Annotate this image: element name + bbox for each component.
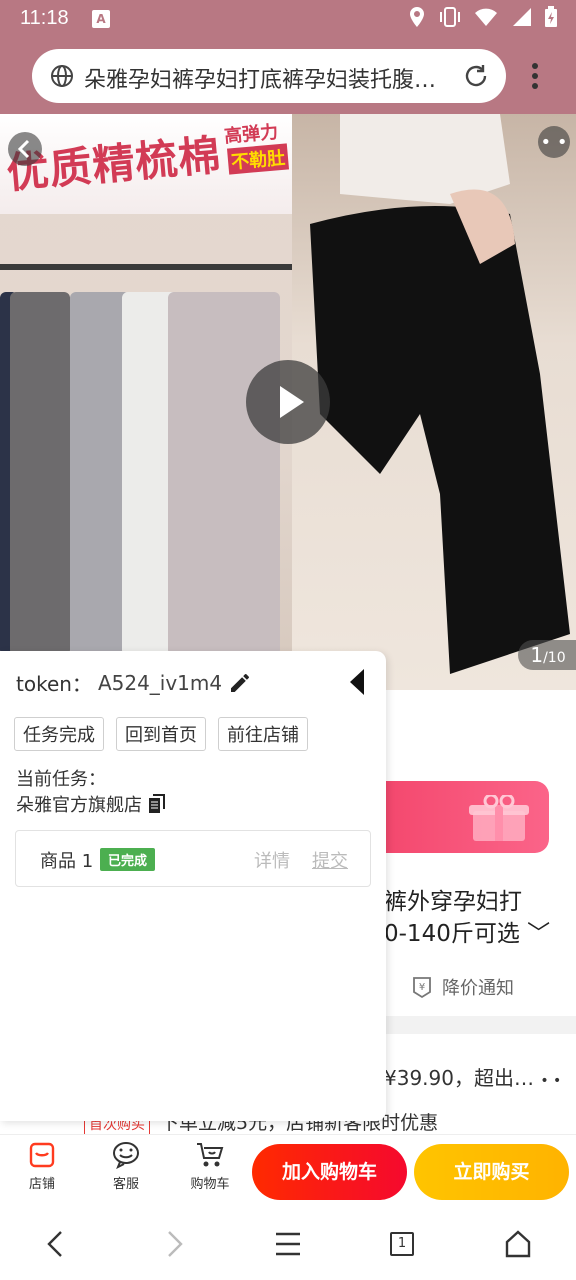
- pant-lilac: [168, 292, 280, 652]
- cart-button[interactable]: 购物车: [180, 1141, 240, 1192]
- submit-link[interactable]: 提交: [312, 847, 348, 873]
- add-to-cart-button[interactable]: 加入购物车: [252, 1144, 407, 1200]
- status-time: 11:18: [20, 7, 69, 29]
- task-panel: token： A524_iv1m4 任务完成 回到首页 前往店铺 当前任务： 朵…: [0, 651, 386, 1121]
- task-item-card: 商品 1 已完成 详情 提交: [15, 830, 371, 887]
- model-legs: [310, 114, 570, 674]
- price-notify-label: 降价通知: [442, 978, 514, 999]
- back-icon[interactable]: [44, 1228, 68, 1260]
- price-tag-icon: ¥: [413, 977, 431, 999]
- status-bar: 11:18 A: [0, 0, 576, 40]
- play-video-button[interactable]: [246, 360, 330, 444]
- price-fragment[interactable]: ¥39.90，超出… • •: [384, 1062, 561, 1091]
- home-icon[interactable]: [504, 1228, 532, 1260]
- chevron-left-icon: [17, 139, 30, 159]
- gift-icon: [469, 795, 529, 841]
- signal-icon: [513, 8, 531, 26]
- counter-total: /10: [543, 650, 566, 666]
- svg-text:¥: ¥: [419, 982, 425, 993]
- tab-count: 1: [397, 1236, 407, 1251]
- url-text[interactable]: 朵雅孕妇裤孕妇打底裤孕妇装托腹…: [84, 62, 454, 94]
- image-counter: 1/10: [518, 640, 576, 670]
- panel-buttons: 任务完成 回到首页 前往店铺: [14, 717, 308, 751]
- product-image-carousel[interactable]: 优质精梳棉 高弹力 不勒肚 • • 1/10: [0, 114, 576, 690]
- reload-icon[interactable]: [462, 62, 490, 90]
- detail-link[interactable]: 详情: [254, 847, 290, 873]
- shop-icon: [29, 1142, 55, 1168]
- counter-current: 1: [530, 643, 544, 667]
- shop-label: 店铺: [28, 1177, 55, 1192]
- edit-icon[interactable]: [228, 671, 252, 695]
- token-row: token： A524_iv1m4: [16, 668, 252, 697]
- action-bar: 店铺 客服 购物车 加入购物车 立即购买: [0, 1134, 576, 1208]
- product-title-line2: 0-140斤可选 ﹀: [384, 921, 551, 947]
- wifi-icon: [475, 8, 497, 26]
- cart-icon: [197, 1143, 224, 1167]
- product-title: 裤外穿孕妇打 0-140斤可选 ﹀: [384, 886, 550, 950]
- more-vert-icon[interactable]: [530, 62, 540, 90]
- back-home-button[interactable]: 回到首页: [116, 717, 206, 751]
- slogan-sub1: 高弹力: [223, 121, 279, 148]
- current-task-row: 朵雅官方旗舰店: [16, 791, 166, 817]
- current-task-label: 当前任务：: [16, 769, 106, 790]
- slogan-sub2: 不勒肚: [226, 143, 290, 175]
- back-button[interactable]: [8, 132, 42, 166]
- dots-icon[interactable]: • •: [540, 1073, 561, 1089]
- chat-service-icon: [113, 1142, 139, 1169]
- cart-label: 购物车: [190, 1177, 230, 1192]
- shop-button[interactable]: 店铺: [12, 1141, 72, 1192]
- globe-icon: [51, 65, 73, 87]
- product-title-line1: 裤外穿孕妇打: [384, 889, 522, 915]
- expand-icon[interactable]: ﹀: [527, 921, 550, 947]
- service-label: 客服: [112, 1177, 139, 1192]
- menu-icon[interactable]: [274, 1228, 302, 1260]
- forward-icon[interactable]: [162, 1228, 186, 1260]
- browser-toolbar: 朵雅孕妇裤孕妇打底裤孕妇装托腹…: [0, 40, 576, 114]
- pant-charcoal: [10, 292, 70, 652]
- service-button[interactable]: 客服: [96, 1141, 156, 1192]
- token-value: A524_iv1m4: [97, 670, 223, 695]
- clothes-rack: [0, 264, 292, 270]
- token-label: token：: [16, 672, 92, 696]
- more-button[interactable]: • •: [538, 126, 570, 158]
- go-to-shop-button[interactable]: 前往店铺: [218, 717, 308, 751]
- price-notify-button[interactable]: ¥ 降价通知: [410, 974, 514, 1000]
- status-badge: 已完成: [100, 848, 156, 871]
- tabs-button[interactable]: 1: [390, 1232, 414, 1256]
- browser-nav-bar: 1: [0, 1208, 576, 1280]
- task-complete-button[interactable]: 任务完成: [14, 717, 104, 751]
- collapse-panel-icon[interactable]: [348, 667, 368, 697]
- battery-icon: [545, 6, 557, 27]
- copy-icon[interactable]: [148, 794, 166, 814]
- buy-now-button[interactable]: 立即购买: [414, 1144, 569, 1200]
- url-bar[interactable]: 朵雅孕妇裤孕妇打底裤孕妇装托腹…: [32, 49, 506, 103]
- location-icon: [410, 7, 424, 27]
- pant-gray: [70, 292, 130, 652]
- vibrate-icon: [440, 7, 460, 27]
- play-icon: [280, 386, 304, 418]
- status-icons: [408, 6, 558, 28]
- current-task-name: 朵雅官方旗舰店: [16, 795, 142, 816]
- notification-icon: A: [92, 10, 110, 28]
- task-item-name: 商品 1: [40, 851, 94, 872]
